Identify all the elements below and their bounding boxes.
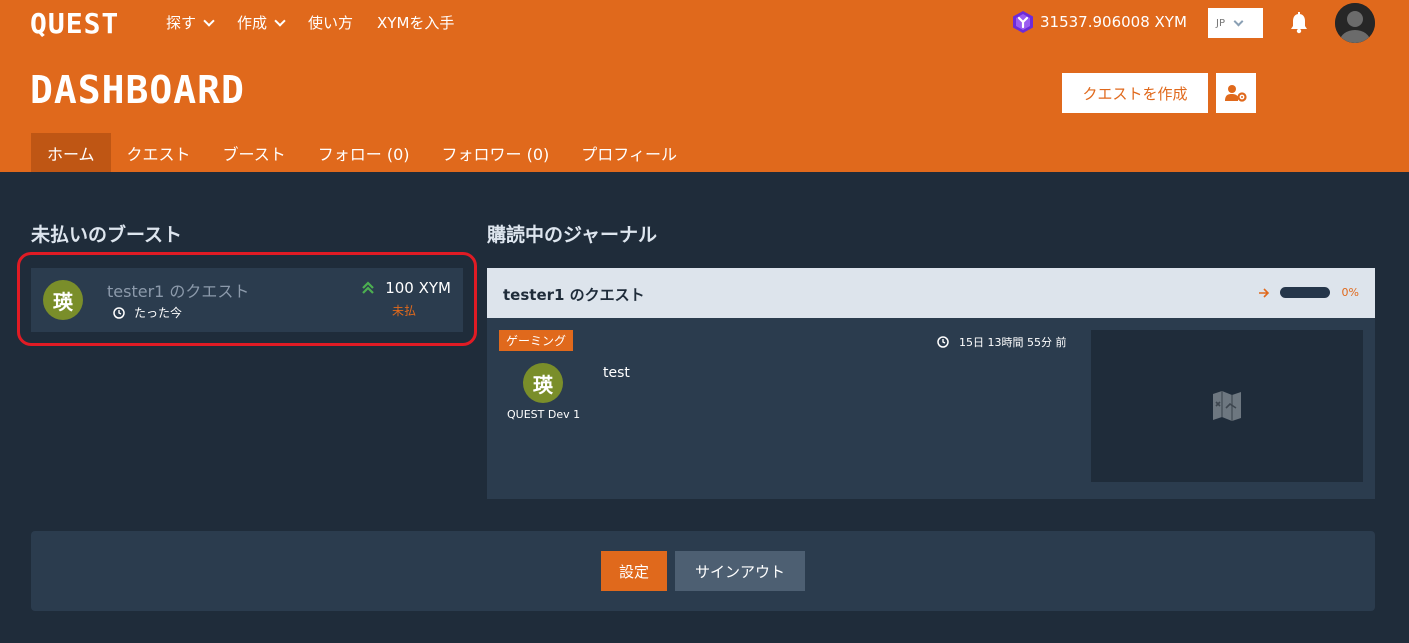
user-avatar[interactable]	[1335, 3, 1375, 43]
main-nav: 探す 作成 使い方 XYMを入手	[166, 12, 478, 33]
dashboard-tabs: ホーム クエスト ブースト フォロー (0) フォロワー (0) プロフィール	[31, 133, 693, 172]
tab-boosts[interactable]: ブースト	[207, 133, 302, 172]
arrow-right-icon	[1258, 287, 1269, 298]
language-value: JP	[1216, 17, 1225, 29]
progress-value: 0%	[1341, 286, 1359, 299]
chevron-down-icon	[274, 14, 286, 27]
tab-home[interactable]: ホーム	[31, 133, 111, 172]
nav-create[interactable]: 作成	[237, 12, 286, 33]
balance-amount: 31537.906008 XYM	[1040, 13, 1187, 31]
author-avatar[interactable]: 瑛	[523, 363, 563, 403]
highlight-outline	[17, 252, 477, 346]
journal-entry[interactable]: ゲーミング 15日 13時間 55分 前 瑛 QUEST Dev 1 test	[487, 318, 1375, 499]
symbol-logo-icon	[1013, 11, 1033, 33]
category-badge[interactable]: ゲーミング	[499, 330, 574, 351]
create-quest-button[interactable]: クエストを作成	[1062, 73, 1208, 113]
settings-button[interactable]: 設定	[601, 551, 667, 591]
nav-explore[interactable]: 探す	[166, 12, 215, 33]
top-header: QUEST 探す 作成 使い方 XYMを入手 31537.906008 XYM …	[0, 0, 1409, 172]
tab-quests[interactable]: クエスト	[111, 133, 207, 172]
unpaid-boosts-title: 未払いのブースト	[31, 224, 183, 246]
journal-progress: 0%	[1258, 286, 1359, 299]
tab-following[interactable]: フォロー (0)	[302, 133, 426, 172]
treasure-map-icon	[1213, 391, 1241, 421]
journal-quest-title[interactable]: tester1 のクエスト	[503, 284, 645, 305]
nav-create-label: 作成	[237, 14, 268, 32]
nav-get-xym[interactable]: XYMを入手	[377, 12, 454, 33]
nav-explore-label: 探す	[166, 14, 197, 32]
progress-bar	[1279, 287, 1330, 298]
bell-icon[interactable]	[1288, 11, 1310, 39]
entry-thumbnail[interactable]	[1091, 330, 1363, 482]
account-actions: 設定 サインアウト	[31, 531, 1375, 611]
tab-profile[interactable]: プロフィール	[565, 133, 693, 172]
app-logo[interactable]: QUEST	[30, 7, 119, 40]
author-name[interactable]: QUEST Dev 1	[507, 408, 580, 421]
nav-howto-label: 使い方	[308, 14, 354, 32]
tab-followers[interactable]: フォロワー (0)	[426, 133, 566, 172]
entry-time: 15日 13時間 55分 前	[937, 334, 1066, 350]
page-title: DASHBOARD	[30, 68, 245, 112]
signout-button[interactable]: サインアウト	[675, 551, 805, 591]
journal-header[interactable]: tester1 のクエスト 0%	[487, 268, 1375, 318]
chevron-down-icon	[1233, 16, 1244, 26]
chevron-down-icon	[203, 14, 215, 27]
entry-text: test	[603, 365, 630, 381]
nav-get-xym-label: XYMを入手	[377, 14, 455, 32]
user-settings-button[interactable]	[1216, 73, 1256, 113]
wallet-balance[interactable]: 31537.906008 XYM	[1012, 10, 1187, 34]
clock-icon	[937, 336, 949, 348]
journals-title: 購読中のジャーナル	[487, 224, 658, 246]
entry-time-text: 15日 13時間 55分 前	[959, 336, 1067, 349]
user-gear-icon	[1225, 85, 1247, 102]
language-select[interactable]: JP	[1208, 8, 1263, 38]
nav-howto[interactable]: 使い方	[308, 12, 353, 33]
